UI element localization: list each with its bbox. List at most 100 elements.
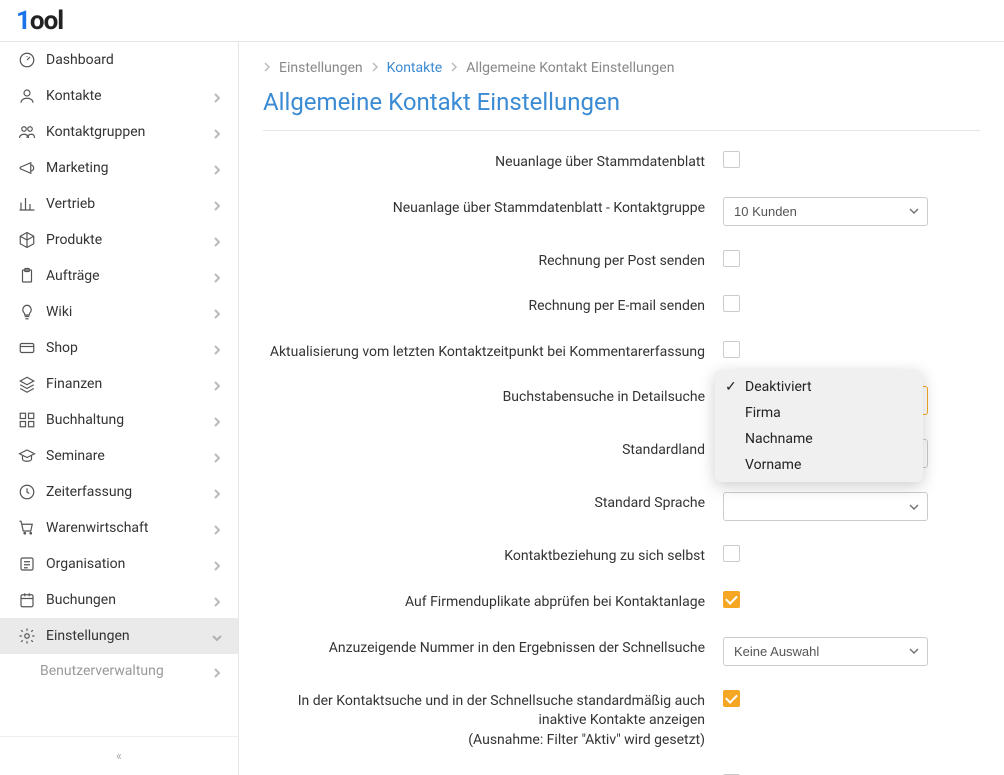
sidebar-item-buchungen[interactable]: Buchungen: [0, 582, 238, 618]
sidebar-subitem-benutzerverwaltung[interactable]: Benutzerverwaltung: [0, 654, 238, 688]
sidebar-item-label: Organisation: [46, 556, 212, 572]
form-label: Rechnung per E-mail senden: [263, 295, 723, 317]
chevron-right-icon: [212, 379, 222, 389]
page-title-wrap: Allgemeine Kontakt Einstellungen: [263, 88, 980, 131]
chevron-right-icon: [212, 487, 222, 497]
form-control: Keine Auswahl: [723, 637, 980, 666]
form-control: [723, 591, 980, 612]
select[interactable]: Keine Auswahl: [723, 637, 928, 666]
sidebar-item-aufträge[interactable]: Aufträge: [0, 258, 238, 294]
checkbox[interactable]: [723, 151, 740, 168]
sidebar-item-kontakte[interactable]: Kontakte: [0, 78, 238, 114]
sidebar-item-seminare[interactable]: Seminare: [0, 438, 238, 474]
sidebar-item-wiki[interactable]: Wiki: [0, 294, 238, 330]
chevron-right-icon: [212, 199, 222, 209]
bulb-icon: [18, 303, 36, 321]
app-header: 1ool: [0, 0, 1004, 42]
form-row: In der Kontaktsuche und in der Schnellsu…: [263, 690, 980, 751]
gauge-icon: [18, 51, 36, 69]
sidebar-item-marketing[interactable]: Marketing: [0, 150, 238, 186]
form-row: Aktualisierung vom letzten Kontaktzeitpu…: [263, 341, 980, 363]
form-control: [723, 690, 980, 711]
form-control: 10 Kunden: [723, 197, 980, 226]
layers-icon: [18, 375, 36, 393]
select[interactable]: [723, 492, 928, 521]
form-label: Buchstabensuche in Detailsuche: [263, 386, 723, 408]
breadcrumb-item: Allgemeine Kontakt Einstellungen: [466, 60, 674, 76]
chevron-right-icon: [212, 271, 222, 281]
box-icon: [18, 231, 36, 249]
sidebar-item-label: Kontaktgruppen: [46, 124, 212, 140]
sidebar-item-label: Einstellungen: [46, 628, 212, 644]
form-label: Standardland: [263, 439, 723, 461]
form-row: Neuanlage über Stammdatenblatt: [263, 151, 980, 173]
chevron-right-icon: [212, 451, 222, 461]
dropdown-option[interactable]: Firma: [715, 400, 923, 426]
form-row: Auf Firmenduplikate abprüfen bei Kontakt…: [263, 591, 980, 613]
sidebar-item-produkte[interactable]: Produkte: [0, 222, 238, 258]
form-control: [723, 545, 980, 566]
breadcrumb: EinstellungenKontakteAllgemeine Kontakt …: [239, 42, 1004, 88]
select[interactable]: 10 Kunden: [723, 197, 928, 226]
chevron-right-icon: [212, 343, 222, 353]
form-row: Kontaktbeziehung zu sich selbst: [263, 545, 980, 567]
card-icon: [18, 339, 36, 357]
checkbox[interactable]: [723, 250, 740, 267]
form-control: [723, 295, 980, 316]
checkbox[interactable]: [723, 545, 740, 562]
form-row: Anzuzeigende Nummer in den Ergebnissen d…: [263, 637, 980, 666]
sidebar-item-label: Wiki: [46, 304, 212, 320]
sidebar-item-label: Kontakte: [46, 88, 212, 104]
dropdown-menu[interactable]: DeaktiviertFirmaNachnameVorname: [715, 370, 923, 482]
sidebar-item-finanzen[interactable]: Finanzen: [0, 366, 238, 402]
sidebar-item-label: Aufträge: [46, 268, 212, 284]
form-control: [723, 492, 980, 521]
sidebar-item-dashboard[interactable]: Dashboard: [0, 42, 238, 78]
sidebar-item-vertrieb[interactable]: Vertrieb: [0, 186, 238, 222]
sidebar-item-einstellungen[interactable]: Einstellungen: [0, 618, 238, 654]
dropdown-option[interactable]: Deaktiviert: [715, 374, 923, 400]
checkbox[interactable]: [723, 591, 740, 608]
chevron-double-left-icon: «: [116, 749, 122, 763]
checkbox[interactable]: [723, 341, 740, 358]
form-row: Standard Sprache: [263, 492, 980, 521]
sidebar-item-warenwirtschaft[interactable]: Warenwirtschaft: [0, 510, 238, 546]
clock-icon: [18, 483, 36, 501]
sidebar-item-label: Marketing: [46, 160, 212, 176]
checkbox[interactable]: [723, 690, 740, 707]
sidebar-collapse[interactable]: «: [0, 736, 238, 775]
chevron-right-icon: [371, 60, 379, 76]
chevron-right-icon: [212, 163, 222, 173]
form-label: Neuanlage über Stammdatenblatt - Kontakt…: [263, 197, 723, 219]
form-label: Standard Sprache: [263, 492, 723, 514]
sidebar-item-shop[interactable]: Shop: [0, 330, 238, 366]
logo-rest: ool: [30, 6, 63, 36]
chevron-right-icon: [212, 91, 222, 101]
calendar-icon: [18, 591, 36, 609]
checkbox[interactable]: [723, 295, 740, 312]
dropdown-option[interactable]: Nachname: [715, 426, 923, 452]
sidebar-item-kontaktgruppen[interactable]: Kontaktgruppen: [0, 114, 238, 150]
list-icon: [18, 555, 36, 573]
megaphone-icon: [18, 159, 36, 177]
form-label: In der Kontaktsuche und in der Schnellsu…: [263, 690, 723, 751]
chevron-right-icon: [450, 60, 458, 76]
form-control: [723, 250, 980, 271]
form-control: [723, 151, 980, 172]
breadcrumb-item[interactable]: Kontakte: [387, 60, 443, 76]
nav-list: Dashboard Kontakte Kontaktgruppen Market…: [0, 42, 238, 736]
form-label: Anzuzeigende Nummer in den Ergebnissen d…: [263, 637, 723, 659]
sidebar-item-zeiterfassung[interactable]: Zeiterfassung: [0, 474, 238, 510]
sidebar-item-label: Shop: [46, 340, 212, 356]
sidebar-item-buchhaltung[interactable]: Buchhaltung: [0, 402, 238, 438]
chevron-right-icon: [212, 307, 222, 317]
sidebar-item-label: Finanzen: [46, 376, 212, 392]
chevron-right-icon: [212, 595, 222, 605]
form-label: Rechnung per Post senden: [263, 250, 723, 272]
sidebar-item-organisation[interactable]: Organisation: [0, 546, 238, 582]
gear-icon: [18, 627, 36, 645]
sidebar-subitem-label: Benutzerverwaltung: [40, 663, 164, 679]
page-title: Allgemeine Kontakt Einstellungen: [263, 88, 980, 116]
dropdown-option[interactable]: Vorname: [715, 452, 923, 478]
chart-icon: [18, 195, 36, 213]
